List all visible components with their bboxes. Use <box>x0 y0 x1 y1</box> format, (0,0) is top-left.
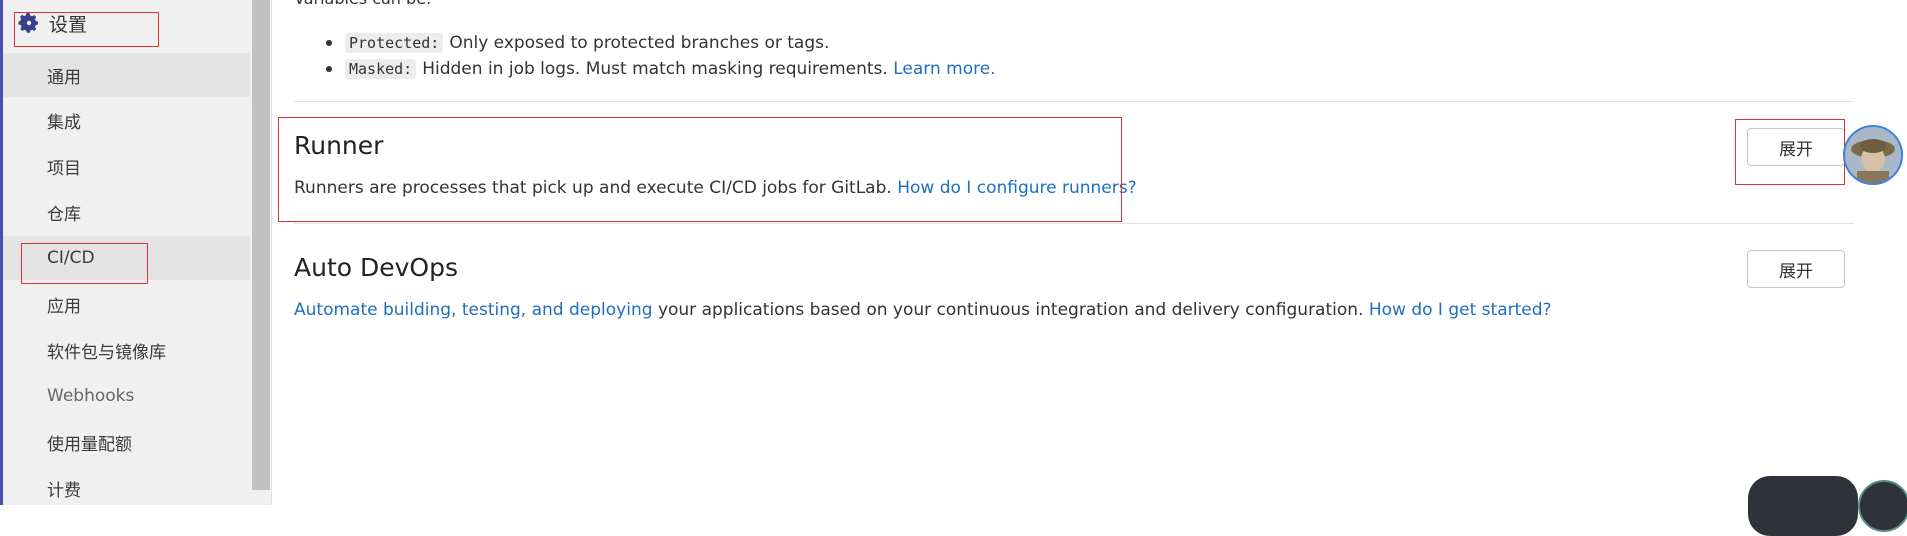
protected-description: Only exposed to protected branches or ta… <box>449 33 830 53</box>
bullet-dot <box>326 40 332 46</box>
learn-more-link[interactable]: Learn more. <box>893 59 995 79</box>
sidebar-item-billing[interactable]: 计费 <box>3 466 250 510</box>
sidebar-item-cicd[interactable]: CI/CD <box>3 236 250 280</box>
floating-widget[interactable] <box>1748 476 1858 536</box>
floating-widget-ring[interactable] <box>1858 480 1907 532</box>
bullet-dot <box>326 66 332 72</box>
sidebar-item-applications[interactable]: 应用 <box>3 282 250 326</box>
settings-sidebar: 设置 通用 集成 项目 仓库 CI/CD 应用 软件包与镜像库 Webhooks… <box>3 0 250 505</box>
sidebar-item-label: 应用 <box>47 296 81 317</box>
sidebar-item-label: CI/CD <box>47 248 95 268</box>
sidebar-item-general[interactable]: 通用 <box>3 53 250 97</box>
highlight-runner-section <box>278 117 1122 222</box>
masked-description: Hidden in job logs. Must match masking r… <box>422 59 888 79</box>
sidebar-item-packages-registries[interactable]: 软件包与镜像库 <box>3 328 250 372</box>
sidebar-item-label: 计费 <box>47 480 81 501</box>
variables-bullet-list: Protected: Only exposed to protected bra… <box>294 30 996 82</box>
sidebar-scrollbar-thumb[interactable] <box>252 0 270 490</box>
sidebar-item-webhooks[interactable]: Webhooks <box>3 374 250 418</box>
auto-devops-section-title: Auto DevOps <box>294 253 458 282</box>
gear-icon <box>18 13 38 33</box>
runner-description-line: Runners are processes that pick up and e… <box>294 178 1137 198</box>
runner-section-title: Runner <box>294 131 384 160</box>
avatar-image <box>1845 127 1901 183</box>
sidebar-item-label: 使用量配额 <box>47 434 132 455</box>
content-edge <box>271 0 272 505</box>
sidebar-item-projects[interactable]: 项目 <box>3 144 250 188</box>
sidebar-settings-header[interactable]: 设置 <box>17 8 87 38</box>
sidebar-item-label: 软件包与镜像库 <box>47 342 166 363</box>
sidebar-item-label: 项目 <box>47 158 81 179</box>
runner-expand-button[interactable]: 展开 <box>1747 128 1845 166</box>
automate-deploying-link[interactable]: Automate building, testing, and deployin… <box>294 300 653 320</box>
auto-devops-description-line: Automate building, testing, and deployin… <box>294 300 1552 320</box>
sidebar-item-label: Webhooks <box>47 386 135 406</box>
avatar[interactable] <box>1843 125 1903 185</box>
sidebar-item-label: 通用 <box>47 67 81 88</box>
auto-devops-description: your applications based on your continuo… <box>657 300 1364 320</box>
sidebar-item-repository[interactable]: 仓库 <box>3 190 250 234</box>
sidebar-title-label: 设置 <box>49 13 88 36</box>
sidebar-item-usage-quotas[interactable]: 使用量配额 <box>3 420 250 464</box>
auto-devops-expand-button[interactable]: 展开 <box>1747 250 1845 288</box>
sidebar-item-label: 集成 <box>47 112 81 133</box>
sidebar-item-integrations[interactable]: 集成 <box>3 98 250 142</box>
sidebar-item-label: 仓库 <box>47 204 81 225</box>
runner-description: Runners are processes that pick up and e… <box>294 178 892 198</box>
configure-runners-link[interactable]: How do I configure runners? <box>897 178 1136 198</box>
protected-keyword: Protected: <box>345 33 444 53</box>
section-divider <box>294 101 1854 102</box>
get-started-link[interactable]: How do I get started? <box>1369 300 1552 320</box>
list-item: Protected: Only exposed to protected bra… <box>294 30 996 56</box>
section-divider <box>294 223 1854 224</box>
variables-intro: Variables can be: <box>294 0 431 8</box>
list-item: Masked: Hidden in job logs. Must match m… <box>294 56 996 82</box>
masked-keyword: Masked: <box>345 59 417 79</box>
